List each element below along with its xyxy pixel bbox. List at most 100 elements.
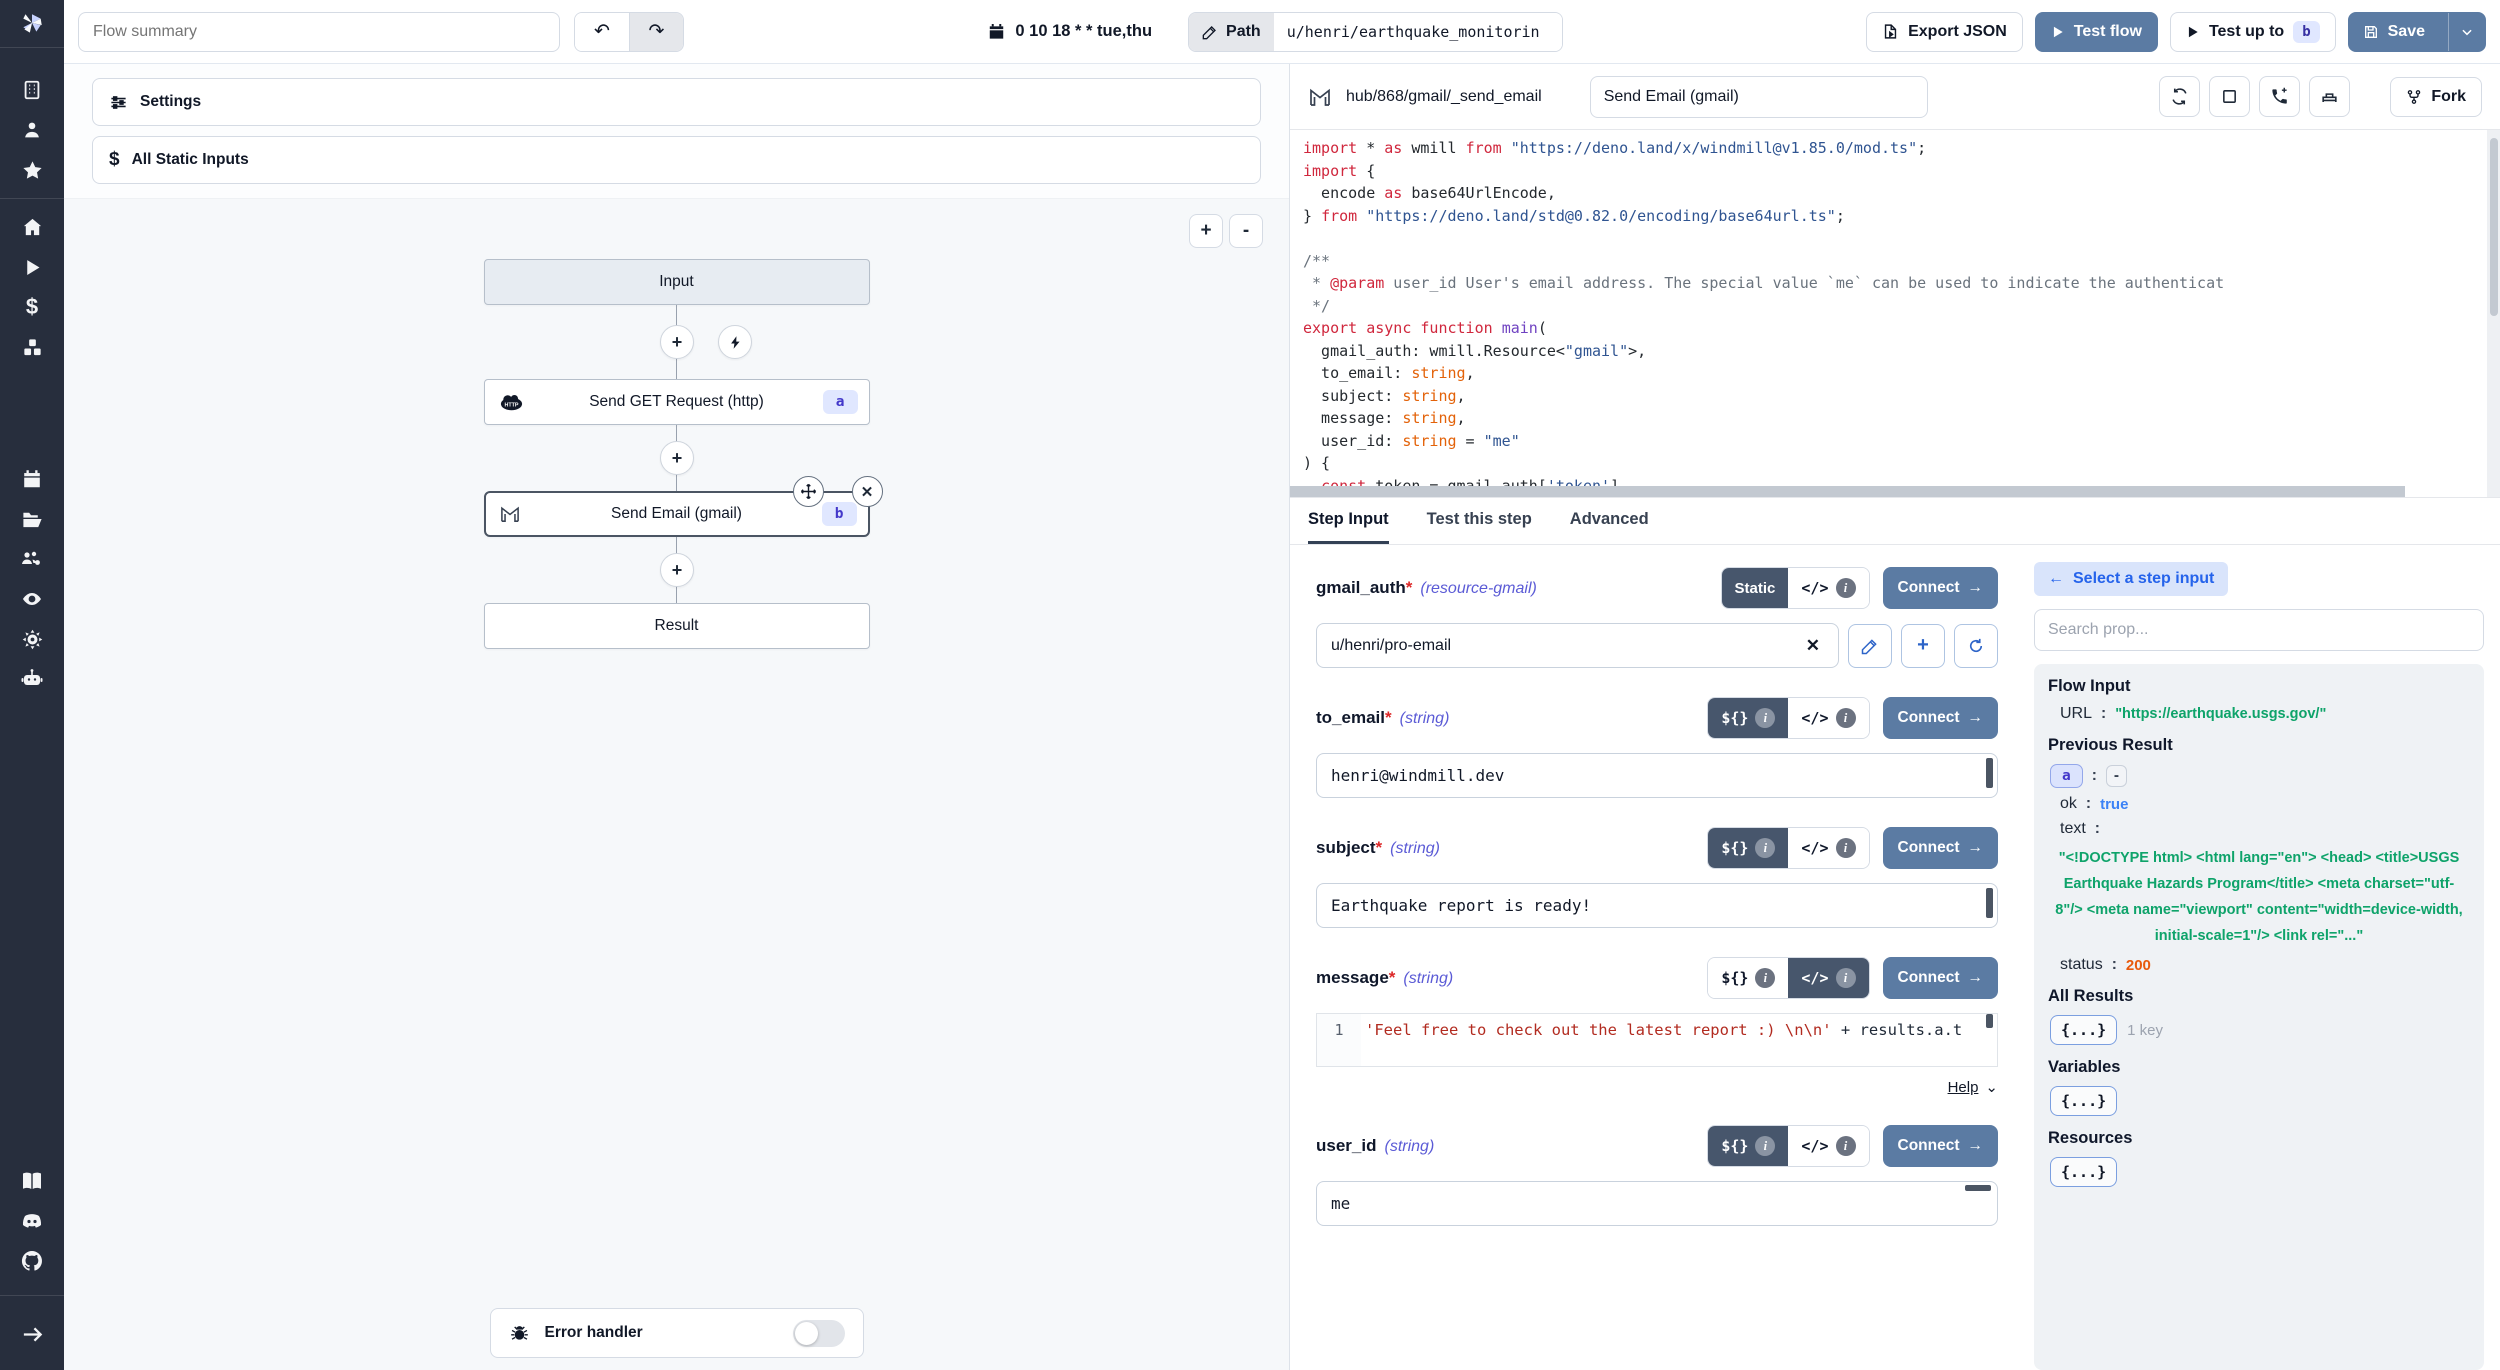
code-horizontal-scrollbar[interactable] xyxy=(1290,486,2405,497)
audit-eye-icon[interactable] xyxy=(0,579,64,619)
fork-button[interactable]: Fork xyxy=(2390,77,2482,117)
mode-expr[interactable]: ${}i xyxy=(1708,1126,1788,1166)
flow-input-url-row[interactable]: URL: "https://earthquake.usgs.gov/" xyxy=(2060,705,2470,723)
schedule-summary[interactable]: 0 10 18 * * tue,thu xyxy=(987,22,1152,41)
error-handler-toggle[interactable] xyxy=(793,1320,845,1347)
subject-input[interactable] xyxy=(1331,896,1983,915)
test-up-to-button[interactable]: Test up to b xyxy=(2170,12,2336,52)
folders-icon[interactable] xyxy=(0,499,64,539)
export-json-button[interactable]: Export JSON xyxy=(1866,12,2023,52)
variables-expand-button[interactable]: {...} xyxy=(2050,1086,2117,1116)
mode-code[interactable]: </>i xyxy=(1788,698,1868,738)
message-code-editor[interactable]: 1 'Feel free to check out the latest rep… xyxy=(1316,1013,1998,1067)
search-prop-input[interactable] xyxy=(2034,609,2484,651)
all-results-expand-button[interactable]: {...} xyxy=(2050,1015,2117,1045)
node-b-send-email[interactable]: ✕ Send Email (gmail) b xyxy=(484,491,870,537)
save-dropdown-chevron[interactable] xyxy=(2448,13,2485,51)
result-text-key-row[interactable]: text: xyxy=(2060,820,2470,838)
connect-button[interactable]: Connect→ xyxy=(1883,827,1999,869)
result-text-value[interactable]: "<!DOCTYPE html> <html lang="en"> <head>… xyxy=(2052,845,2466,949)
redo-button[interactable]: ↷ xyxy=(629,13,683,51)
code-editor[interactable]: import * as wmill from "https://deno.lan… xyxy=(1290,130,2500,498)
schedules-calendar-icon[interactable] xyxy=(0,459,64,499)
favorites-star-icon[interactable] xyxy=(0,150,64,190)
connect-button[interactable]: Connect→ xyxy=(1883,697,1999,739)
add-step-button-3[interactable]: + xyxy=(660,553,694,587)
refresh-sync-button[interactable] xyxy=(2159,76,2200,117)
mode-expr[interactable]: ${}i xyxy=(1708,958,1788,998)
refresh-resource-button[interactable] xyxy=(1954,624,1998,668)
clear-resource-button[interactable]: ✕ xyxy=(1802,636,1824,656)
webhook-phone-button[interactable] xyxy=(2259,76,2300,117)
docs-book-icon[interactable] xyxy=(0,1161,64,1201)
connect-button[interactable]: Connect→ xyxy=(1883,957,1999,999)
variables-dollar-icon[interactable]: $ xyxy=(0,287,64,327)
textarea-grip[interactable] xyxy=(1986,888,1993,918)
mode-static[interactable]: Static xyxy=(1722,568,1789,608)
zoom-out-button[interactable]: - xyxy=(1229,214,1263,248)
node-result[interactable]: Result xyxy=(484,603,870,649)
user-icon[interactable] xyxy=(0,110,64,150)
home-icon[interactable] xyxy=(0,207,64,247)
help-link[interactable]: Help xyxy=(1948,1079,1979,1096)
github-icon[interactable] xyxy=(0,1241,64,1281)
add-step-button-2[interactable]: + xyxy=(660,441,694,475)
groups-admin-icon[interactable] xyxy=(0,539,64,579)
flow-summary-input[interactable] xyxy=(78,12,560,52)
error-handler-row[interactable]: Error handler xyxy=(490,1308,864,1358)
resources-cubes-icon[interactable] xyxy=(0,327,64,367)
zoom-in-button[interactable]: + xyxy=(1189,214,1223,248)
select-step-input-button[interactable]: ← Select a step input xyxy=(2034,562,2228,596)
tab-test-this-step[interactable]: Test this step xyxy=(1427,498,1532,544)
tab-advanced[interactable]: Advanced xyxy=(1570,498,1649,544)
mode-expr[interactable]: ${}i xyxy=(1708,698,1788,738)
mode-code[interactable]: </>i xyxy=(1788,958,1868,998)
move-node-button[interactable] xyxy=(793,476,824,507)
connect-button[interactable]: Connect→ xyxy=(1883,1125,1999,1167)
textarea-grip[interactable] xyxy=(1965,1185,1991,1191)
code-vertical-scrollbar[interactable] xyxy=(2487,130,2500,497)
collapse-button[interactable]: - xyxy=(2106,765,2127,787)
runs-play-icon[interactable] xyxy=(0,247,64,287)
collapse-sidebar-arrow-icon[interactable] xyxy=(0,1314,64,1354)
mode-code[interactable]: </>i xyxy=(1788,1126,1868,1166)
mode-code[interactable]: </>i xyxy=(1788,568,1868,608)
settings-gear-icon[interactable] xyxy=(0,619,64,659)
delete-node-button[interactable]: ✕ xyxy=(852,476,883,507)
flow-settings-row[interactable]: Settings xyxy=(92,78,1261,126)
textarea-grip[interactable] xyxy=(1986,758,1993,788)
path-value[interactable]: u/henri/earthquake_monitorin xyxy=(1274,13,1562,51)
add-step-button-1[interactable]: + xyxy=(660,325,694,359)
editor-scroll-thumb[interactable] xyxy=(1986,1014,1993,1028)
ai-robot-icon[interactable] xyxy=(0,659,64,699)
result-status-row[interactable]: status: 200 xyxy=(2060,956,2470,974)
step-summary-input[interactable] xyxy=(1590,76,1928,118)
trigger-bolt-button[interactable] xyxy=(718,325,752,359)
all-static-inputs-row[interactable]: $ All Static Inputs xyxy=(92,136,1261,184)
node-input[interactable]: Input xyxy=(484,259,870,305)
gmail-auth-input[interactable] xyxy=(1331,637,1802,655)
result-ok-row[interactable]: ok: true xyxy=(2060,795,2470,813)
flow-canvas[interactable]: + - Input + HTTP Send GET Req xyxy=(64,198,1289,1370)
node-a-send-get-request[interactable]: HTTP Send GET Request (http) a xyxy=(484,379,870,425)
mode-code[interactable]: </>i xyxy=(1788,828,1868,868)
box-button[interactable] xyxy=(2209,76,2250,117)
hub-script-path[interactable]: hub/868/gmail/_send_email xyxy=(1346,88,1542,106)
discord-icon[interactable] xyxy=(0,1201,64,1241)
sleep-bench-button[interactable] xyxy=(2309,76,2350,117)
to-email-input[interactable] xyxy=(1331,766,1983,785)
mode-expr[interactable]: ${}i xyxy=(1708,828,1788,868)
test-flow-button[interactable]: Test flow xyxy=(2035,12,2158,52)
user-id-input[interactable] xyxy=(1331,1194,1983,1213)
workspace-icon[interactable] xyxy=(0,70,64,110)
save-button[interactable]: Save xyxy=(2348,12,2486,52)
add-resource-button[interactable]: + xyxy=(1901,624,1945,668)
path-edit-button[interactable]: Path xyxy=(1189,13,1274,51)
windmill-logo-icon[interactable] xyxy=(0,0,64,48)
edit-resource-button[interactable] xyxy=(1848,624,1892,668)
tab-step-input[interactable]: Step Input xyxy=(1308,498,1389,544)
result-a-badge[interactable]: a xyxy=(2050,764,2083,788)
undo-button[interactable]: ↶ xyxy=(575,13,629,51)
resources-expand-button[interactable]: {...} xyxy=(2050,1157,2117,1187)
connect-button[interactable]: Connect→ xyxy=(1883,567,1999,609)
